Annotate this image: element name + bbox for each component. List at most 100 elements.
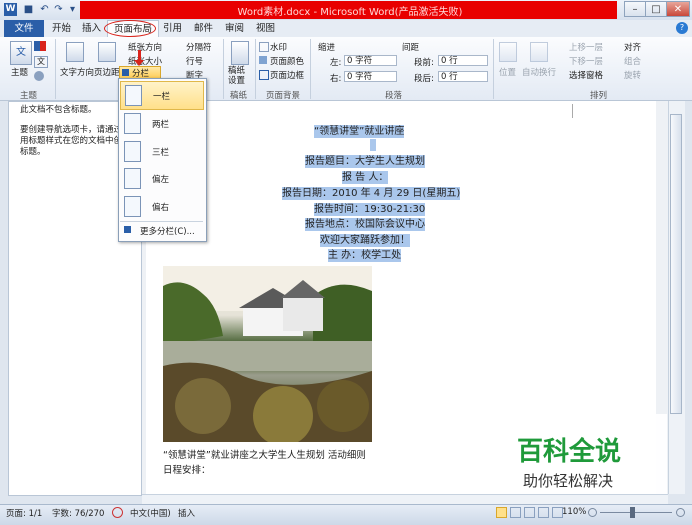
divider: [310, 39, 311, 99]
theme-fonts-icon[interactable]: 文: [34, 56, 48, 68]
doc-line[interactable]: 欢迎大家踊跃参加！: [320, 234, 410, 247]
theme-colors-icon[interactable]: [34, 41, 46, 51]
divider: [223, 39, 224, 99]
columns-option-two[interactable]: 两栏: [120, 110, 202, 137]
undo-icon[interactable]: ↶: [38, 3, 51, 16]
doc-line[interactable]: 报告日期：2010 年 4 月 29 日(星期五): [282, 187, 461, 200]
scrollbar-thumb[interactable]: [670, 114, 682, 414]
zoom-out-icon[interactable]: [588, 508, 597, 517]
option-label: 偏左: [152, 175, 170, 185]
word-logo-icon[interactable]: W: [4, 3, 17, 16]
zoom-slider-track[interactable]: [600, 512, 672, 513]
status-words[interactable]: 字数: 76/270: [52, 507, 104, 519]
tab-view[interactable]: 视图: [250, 20, 281, 37]
doc-line[interactable]: 报告题目：大学生人生规划: [305, 155, 425, 168]
doc-body-line[interactable]: 日程安排：: [163, 464, 211, 477]
doc-line[interactable]: 报告地点：校国际会议中心: [305, 218, 425, 231]
page-color-icon: [259, 56, 267, 64]
tab-file[interactable]: 文件: [4, 20, 44, 37]
doc-line[interactable]: 报告时间：19:30-21:30: [314, 203, 426, 216]
tab-references[interactable]: 引用: [157, 20, 188, 37]
doc-line[interactable]: 报 告 人：: [342, 171, 389, 184]
spacing-after-input[interactable]: 0 行: [438, 71, 488, 82]
tab-home[interactable]: 开始: [46, 20, 77, 37]
paragraph-group-label: 段落: [385, 91, 403, 101]
tab-mailings[interactable]: 邮件: [188, 20, 219, 37]
columns-option-left[interactable]: 偏左: [120, 165, 202, 192]
maximize-button[interactable]: □: [645, 1, 667, 17]
tab-review[interactable]: 审阅: [219, 20, 250, 37]
option-label: 一栏: [153, 92, 171, 102]
more-columns-option[interactable]: 更多分栏(C)...: [140, 225, 195, 237]
save-icon[interactable]: ■: [22, 3, 35, 16]
help-icon[interactable]: ?: [676, 22, 688, 34]
margins-icon[interactable]: [98, 42, 116, 62]
status-insert-mode[interactable]: 插入: [178, 507, 195, 519]
dropdown-divider: [120, 221, 203, 222]
watermark-button[interactable]: 水印: [270, 41, 287, 53]
arrange-group-label: 排列: [590, 91, 608, 101]
spacing-before-input[interactable]: 0 行: [438, 55, 488, 66]
tab-highlight-ring: [104, 20, 156, 37]
bring-forward-button: 上移一层: [569, 43, 604, 53]
divider: [55, 39, 56, 99]
spacing-after-label: 段后:: [414, 74, 434, 84]
orientation-button[interactable]: 纸张方向: [128, 41, 162, 53]
page-color-button[interactable]: 页面颜色: [270, 55, 304, 67]
status-page[interactable]: 页面: 1/1: [6, 507, 42, 519]
redo-icon[interactable]: ↷: [52, 3, 65, 16]
one-column-icon: [125, 85, 142, 106]
close-button[interactable]: ✕: [666, 1, 690, 17]
doc-line[interactable]: 主 办：校学工处: [328, 249, 402, 262]
selection-pane-button[interactable]: 选择窗格: [569, 69, 603, 81]
align-button[interactable]: 对齐: [624, 41, 641, 53]
page-borders-button[interactable]: 页面边框: [270, 69, 304, 81]
qat-customize-icon[interactable]: ▾: [66, 3, 79, 16]
minimize-button[interactable]: –: [624, 1, 646, 17]
doc-empty-line: [370, 139, 376, 151]
indent-left-input[interactable]: 0 字符: [344, 55, 397, 66]
margins-label[interactable]: 页边距: [94, 66, 120, 78]
page-borders-icon: [259, 70, 269, 80]
margin-mark: [572, 104, 573, 118]
themes-label[interactable]: 主题: [11, 66, 28, 78]
doc-body-line[interactable]: “领慧讲堂”就业讲座之大学生人生规划 活动细则: [163, 449, 366, 462]
web-layout-view-icon[interactable]: [524, 507, 535, 518]
outline-view-icon[interactable]: [538, 507, 549, 518]
watermark-icon: [259, 42, 269, 52]
indent-right-input[interactable]: 0 字符: [344, 71, 397, 82]
theme-effects-icon[interactable]: [34, 71, 44, 81]
nav-no-headings: 此文档不包含标题。: [20, 105, 97, 115]
columns-option-right[interactable]: 偏右: [120, 193, 202, 220]
house-lake-image[interactable]: [163, 266, 372, 442]
watermark-title: 百科全说: [517, 437, 622, 467]
status-language[interactable]: 中文(中国): [130, 507, 171, 519]
doc-line[interactable]: “领慧讲堂”就业讲座: [314, 125, 405, 138]
option-label: 三栏: [152, 148, 170, 158]
columns-option-one[interactable]: 一栏: [120, 81, 204, 110]
tab-insert[interactable]: 插入: [76, 20, 107, 37]
spacing-label: 间距: [402, 43, 420, 53]
zoom-level[interactable]: 110%: [562, 507, 586, 517]
nav-hint-line-3: 标题。: [20, 147, 46, 157]
zoom-in-icon[interactable]: [676, 508, 685, 517]
columns-option-three[interactable]: 三栏: [120, 138, 202, 165]
full-screen-view-icon[interactable]: [510, 507, 521, 518]
draft-settings-label[interactable]: 稿纸设置: [228, 66, 250, 86]
columns-icon: [122, 69, 129, 76]
left-column-icon: [124, 168, 141, 189]
three-columns-icon: [124, 141, 141, 162]
draft-settings-icon[interactable]: [231, 41, 249, 65]
line-numbers-button[interactable]: 行号: [186, 55, 203, 67]
themes-button[interactable]: 文: [10, 41, 32, 65]
two-columns-icon: [124, 113, 141, 134]
rotate-button: 旋转: [624, 71, 642, 81]
print-layout-view-icon[interactable]: [496, 507, 507, 518]
proofing-icon[interactable]: [112, 507, 123, 518]
zoom-slider-thumb[interactable]: [630, 507, 635, 518]
text-direction-label[interactable]: 文字方向: [60, 66, 94, 78]
position-label: 位置: [499, 68, 517, 78]
breaks-button[interactable]: 分隔符: [186, 41, 212, 53]
indent-right-label: 右:: [330, 74, 342, 84]
text-direction-icon[interactable]: [66, 42, 84, 62]
